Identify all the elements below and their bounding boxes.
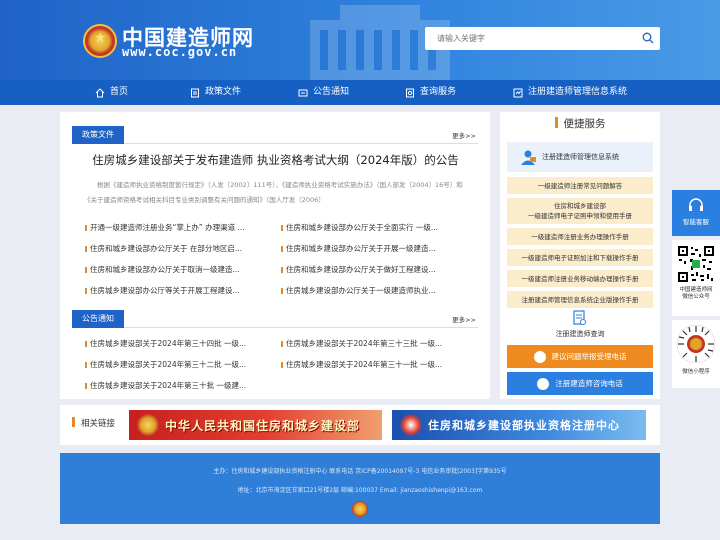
nav-label: 政策文件 — [205, 87, 242, 97]
banner-text: 中华人民共和国住房和城乡建设部 — [165, 418, 361, 433]
complaint-hotline-button[interactable]: 建议问题举报受理电话 — [507, 345, 653, 368]
smart-service-button[interactable]: 智能客服 — [672, 190, 720, 236]
wechat-miniprogram-qr: 微信小程序 — [672, 320, 720, 388]
tab-notice[interactable]: 公告通知 — [72, 310, 124, 328]
search-input[interactable] — [425, 27, 635, 50]
query-link[interactable]: 注册建造师查询 — [507, 310, 653, 344]
site-url: www.coc.gov.cn — [122, 45, 238, 59]
footer-emblem-icon[interactable] — [352, 501, 368, 517]
list-item[interactable]: 住房城乡建设部关于2024年第三十三批 一级... — [281, 338, 451, 349]
manual-link[interactable]: 一级建造师注册常见问题解答 — [507, 177, 653, 194]
query-label: 注册建造师查询 — [555, 330, 605, 338]
list-item[interactable]: 住房城乡建设部关于2024年第三十批 一级建... — [85, 380, 255, 391]
list-item[interactable]: 住房和城乡建设部办公厅关于取消一级建造... — [85, 264, 255, 275]
list-item[interactable]: 住房和城乡建设部办公厅关于全面实行 一级... — [281, 222, 451, 233]
list-item[interactable]: 住房城乡建设部关于2024年第三十一批 一级... — [281, 359, 451, 370]
site-footer: 主办：住房和城乡建设部执业资格注册中心 联系电话 京ICP备20014097号-… — [60, 453, 660, 524]
query-document-icon — [573, 310, 586, 325]
tab-policy[interactable]: 政策文件 — [72, 126, 124, 144]
mini-program-code-icon — [676, 324, 716, 364]
wechat-official-qr: 中国建造师网 微信公众号 — [672, 240, 720, 316]
list-item[interactable]: 住房城乡建设部办公厅等关于开展工程建设... — [85, 285, 255, 296]
consult-label: 注册建造师咨询电话 — [555, 379, 623, 388]
headset-icon — [689, 198, 703, 211]
manual-link[interactable]: 住房和城乡建设部 一级建造师电子证照申领和使用手册 — [507, 198, 653, 224]
qr-code-icon — [676, 244, 716, 284]
registration-center-banner-link[interactable]: 住房和城乡建设部执业资格注册中心 — [392, 410, 646, 440]
nav-label: 查询服务 — [420, 87, 457, 97]
user-system-icon — [521, 150, 536, 165]
search-box — [425, 27, 660, 50]
phone-icon — [537, 377, 550, 390]
manual-link[interactable]: 一级建造师注册业务移动端办理操作手册 — [507, 270, 653, 287]
query-icon — [406, 88, 414, 97]
policy-more-link[interactable]: 更多>> — [452, 130, 476, 140]
services-title: 便捷服务 — [500, 116, 660, 131]
footer-sponsor: 主办：住房和城乡建设部执业资格注册中心 联系电话 京ICP备20014097号-… — [213, 468, 507, 475]
phone-icon — [533, 350, 546, 363]
service-label: 智能客服 — [683, 218, 709, 226]
manual-link[interactable]: 注册建造师管理信息系统企业版操作手册 — [507, 291, 653, 308]
reg-system-link[interactable]: 注册建造师管理信息系统 — [507, 142, 653, 172]
main-nav: 首页 政策文件 公告通知 查询服务 注册建造师管理信息系统 — [0, 80, 720, 105]
reg-system-label: 注册建造师管理信息系统 — [542, 153, 619, 161]
notice-section-header: 公告通知 更多>> — [72, 310, 478, 328]
nav-label: 公告通知 — [313, 87, 350, 97]
mohurd-banner-link[interactable]: 中华人民共和国住房和城乡建设部 — [129, 410, 382, 440]
announcement-icon — [298, 89, 308, 96]
footer-address: 地址：北京市海淀区甘家口21号楼2层 邮编:100037 Email: jian… — [237, 487, 483, 494]
nav-policy[interactable]: 政策文件 — [190, 80, 241, 105]
qr1-label: 中国建造师网 微信公众号 — [679, 287, 713, 300]
document-icon — [191, 88, 199, 97]
nav-query[interactable]: 查询服务 — [405, 80, 456, 105]
list-item[interactable]: 住房和城乡建设部办公厅关于开展一级建造... — [281, 243, 451, 254]
national-emblem-logo[interactable] — [83, 24, 117, 58]
nav-system[interactable]: 注册建造师管理信息系统 — [513, 80, 627, 105]
main-content: 政策文件 更多>> 住房城乡建设部关于发布建造师 执业资格考试大纲（2024年版… — [60, 112, 490, 399]
list-item[interactable]: 住房城乡建设部关于2024年第三十四批 一级... — [85, 338, 255, 349]
policy-summary: 根据《建造师执业资格制度暂行规定》（人发〔2002〕111号）、《建造师执业资格… — [84, 181, 463, 204]
qr2-label: 微信小程序 — [682, 369, 710, 375]
nav-home[interactable]: 首页 — [95, 80, 128, 105]
system-icon — [513, 88, 523, 97]
nav-label: 首页 — [110, 87, 129, 97]
complaint-label: 建议问题举报受理电话 — [551, 352, 627, 361]
consult-hotline-button[interactable]: 注册建造师咨询电话 — [507, 372, 653, 395]
related-title: 相关链接 — [72, 417, 115, 429]
convenient-services-panel: 便捷服务 注册建造师管理信息系统 一级建造师注册常见问题解答 住房和城乡建设部 … — [500, 112, 660, 399]
nav-label: 注册建造师管理信息系统 — [528, 87, 628, 97]
search-icon[interactable] — [642, 32, 654, 44]
center-logo-icon — [400, 414, 422, 436]
list-item[interactable]: 住房和城乡建设部办公厅关于 在部分地区启... — [85, 243, 255, 254]
notice-more-link[interactable]: 更多>> — [452, 314, 476, 324]
home-icon — [95, 87, 105, 97]
site-header: 中国建造师网 www.coc.gov.cn — [0, 0, 720, 80]
banner-text: 住房和城乡建设部执业资格注册中心 — [428, 419, 620, 432]
list-item[interactable]: 开通一级建造师注册业务“掌上办” 办理渠道 ... — [85, 222, 255, 233]
manual-link[interactable]: 一级建造师电子证照加注和下载操作手册 — [507, 249, 653, 266]
policy-headline[interactable]: 住房城乡建设部关于发布建造师 执业资格考试大纲（2024年版）的公告 — [88, 152, 463, 168]
emblem-icon — [137, 414, 159, 436]
list-item[interactable]: 住房和城乡建设部办公厅关于做好工程建设... — [281, 264, 451, 275]
list-item[interactable]: 住房城乡建设部关于2024年第三十二批 一级... — [85, 359, 255, 370]
manual-link[interactable]: 一级建造师注册业务办理操作手册 — [507, 228, 653, 245]
nav-notice[interactable]: 公告通知 — [298, 80, 349, 105]
list-item[interactable]: 住房城乡建设部办公厅关于一级建造师执业... — [281, 285, 451, 296]
related-links: 相关链接 中华人民共和国住房和城乡建设部 住房和城乡建设部执业资格注册中心 — [60, 405, 660, 445]
policy-section-header: 政策文件 更多>> — [72, 126, 478, 144]
